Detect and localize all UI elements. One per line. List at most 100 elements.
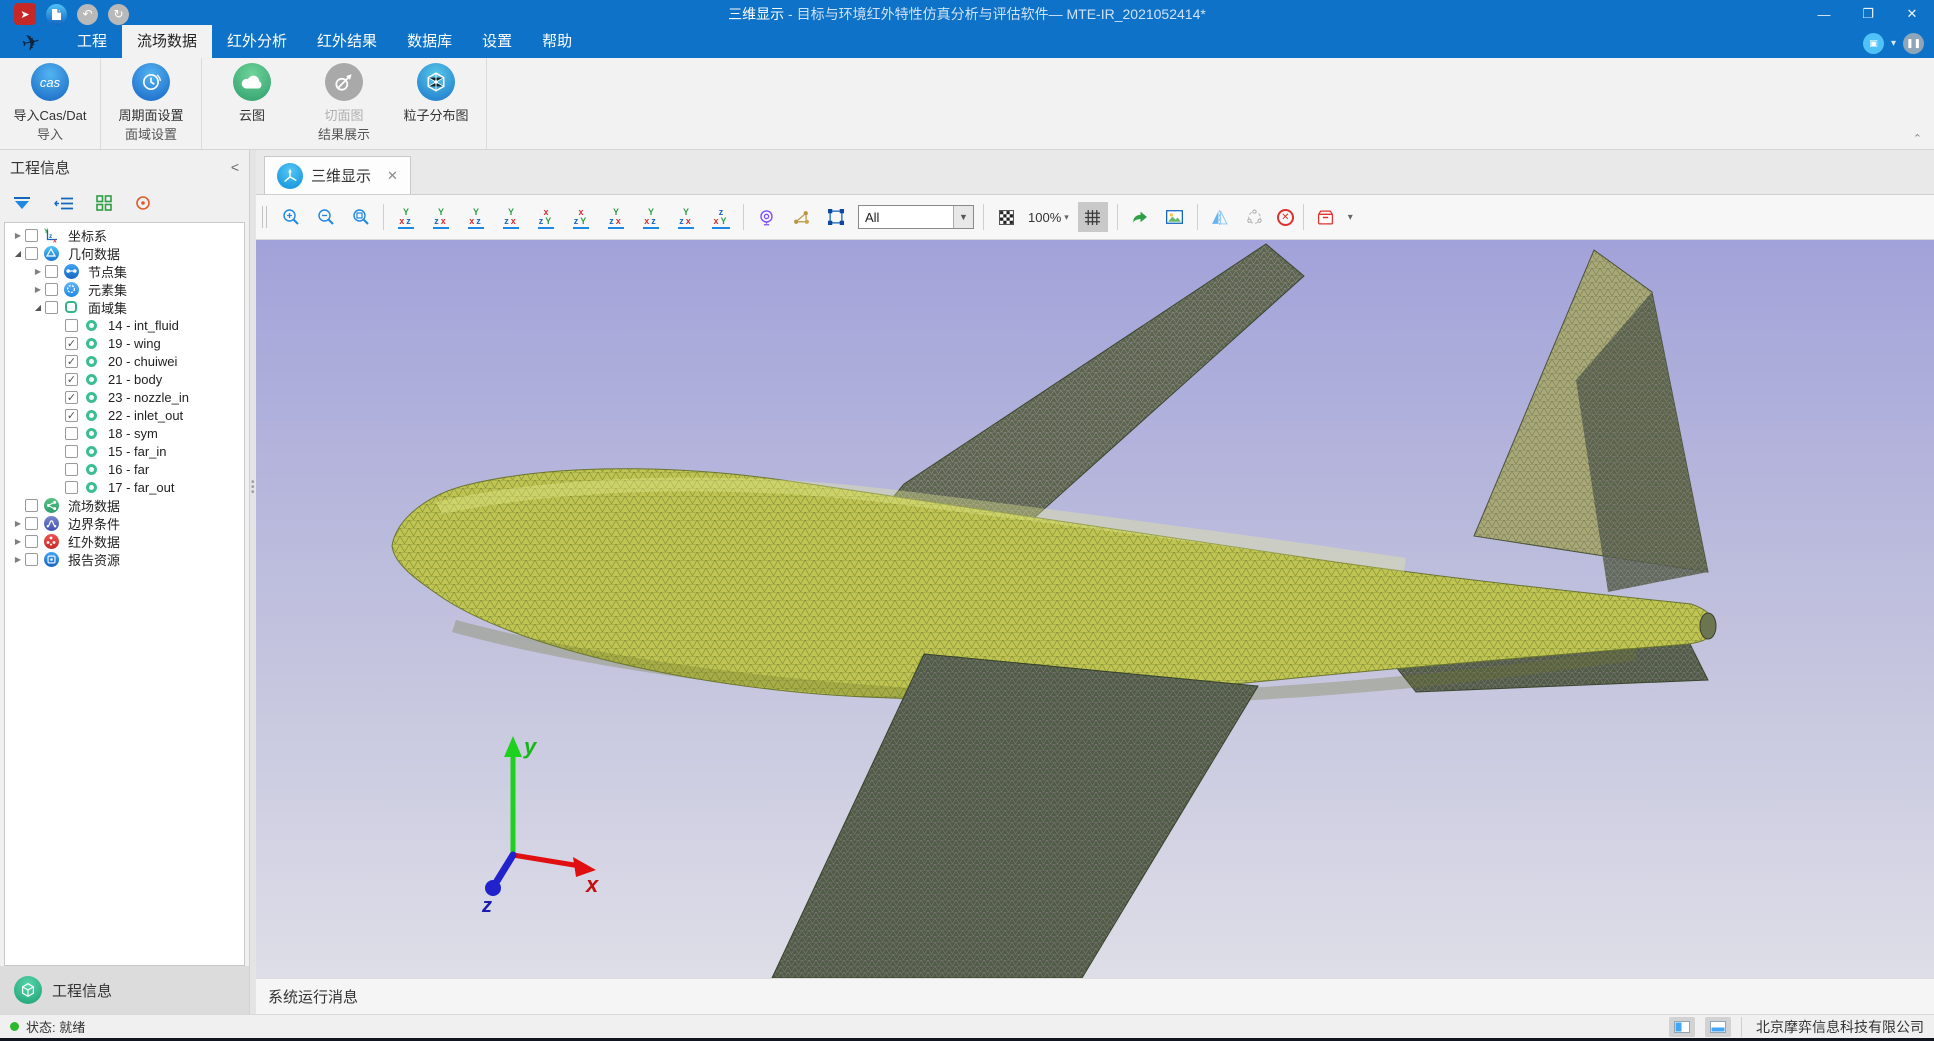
- tree-item-22-inlet_out[interactable]: ✓ 22 - inlet_out: [5, 406, 244, 424]
- tree-item-15-far_in[interactable]: 15 - far_in: [5, 442, 244, 460]
- zoom-in-button[interactable]: [278, 204, 304, 230]
- visibility-checkbox[interactable]: [25, 535, 38, 548]
- visibility-checkbox[interactable]: [45, 283, 58, 296]
- panel-collapse-icon[interactable]: <: [231, 159, 239, 175]
- display-filter-combo[interactable]: All ▼: [858, 205, 974, 229]
- archive-dropdown-icon[interactable]: ▾: [1348, 212, 1353, 223]
- redo-icon[interactable]: ↻: [108, 4, 129, 25]
- menu-tab-红外结果[interactable]: 红外结果: [302, 25, 392, 58]
- probe-lamp-icon[interactable]: [753, 204, 779, 230]
- visibility-checkbox[interactable]: [65, 445, 78, 458]
- view-iso-2-icon[interactable]: Yxz: [638, 206, 664, 229]
- tree-item-17-far_out[interactable]: 17 - far_out: [5, 478, 244, 496]
- ribbon-collapse-icon[interactable]: ⌃: [1913, 132, 1922, 145]
- filter-icon[interactable]: [12, 196, 32, 211]
- menu-tab-流场数据[interactable]: 流场数据: [122, 25, 212, 58]
- expand-arrow-icon[interactable]: ◢: [11, 249, 25, 258]
- zoom-out-button[interactable]: [313, 204, 339, 230]
- visibility-checkbox[interactable]: [25, 247, 38, 260]
- ribbon-button-周期面设置[interactable]: 周期面设置: [107, 59, 195, 124]
- combo-dropdown-icon[interactable]: ▼: [953, 206, 973, 228]
- zoom-fit-button[interactable]: [348, 204, 374, 230]
- rotate-circle-icon[interactable]: [1242, 204, 1268, 230]
- theme-icon[interactable]: ▣: [1863, 33, 1884, 54]
- visibility-checkbox[interactable]: [65, 463, 78, 476]
- tree-item-19-wing[interactable]: ✓ 19 - wing: [5, 334, 244, 352]
- tree-item-18-sym[interactable]: 18 - sym: [5, 424, 244, 442]
- expand-arrow-icon[interactable]: ▶: [11, 555, 25, 564]
- expand-arrow-icon[interactable]: ▶: [11, 231, 25, 240]
- tree-item-14-int_fluid[interactable]: 14 - int_fluid: [5, 316, 244, 334]
- visibility-checkbox[interactable]: [65, 481, 78, 494]
- expand-arrow-icon[interactable]: ▶: [31, 267, 45, 276]
- visibility-checkbox[interactable]: ✓: [65, 337, 78, 350]
- project-info-footer-button[interactable]: 工程信息: [0, 966, 249, 1014]
- tab-close-icon[interactable]: ✕: [387, 168, 398, 184]
- view-iso-1-icon[interactable]: Yzx: [603, 206, 629, 229]
- save-icon[interactable]: [46, 4, 67, 25]
- menu-tab-数据库[interactable]: 数据库: [392, 25, 467, 58]
- menu-tab-红外分析[interactable]: 红外分析: [212, 25, 302, 58]
- panel-layout-bottom-icon[interactable]: [1705, 1017, 1731, 1037]
- view-orientation-6-icon[interactable]: xzY: [568, 206, 594, 229]
- menu-tab-帮助[interactable]: 帮助: [527, 25, 587, 58]
- visibility-checkbox[interactable]: [25, 229, 38, 242]
- tree-item-21-body[interactable]: ✓ 21 - body: [5, 370, 244, 388]
- undo-icon[interactable]: ↶: [77, 4, 98, 25]
- tree-item-面域集[interactable]: ◢ 面域集: [5, 298, 244, 316]
- app-logo-icon[interactable]: ➤: [14, 3, 36, 25]
- view-orientation-5-icon[interactable]: xzY: [533, 206, 559, 229]
- visibility-checkbox[interactable]: ✓: [65, 355, 78, 368]
- ribbon-button-粒子分布图[interactable]: 粒子分布图: [392, 59, 480, 124]
- locate-target-icon[interactable]: [134, 194, 152, 212]
- archive-box-icon[interactable]: [1313, 204, 1339, 230]
- particle-trace-icon[interactable]: [788, 204, 814, 230]
- maximize-button[interactable]: ❐: [1846, 0, 1890, 28]
- ribbon-button-导入Cas/Dat[interactable]: cas导入Cas/Dat: [6, 59, 94, 124]
- visibility-checkbox[interactable]: [45, 301, 58, 314]
- view-orientation-4-icon[interactable]: Yzx: [498, 206, 524, 229]
- expand-arrow-icon[interactable]: ▶: [31, 285, 45, 294]
- view-iso-4-icon[interactable]: zxY: [708, 206, 734, 229]
- expand-arrow-icon[interactable]: ▶: [11, 519, 25, 528]
- screenshot-icon[interactable]: [1162, 204, 1188, 230]
- tree-item-报告资源[interactable]: ▶ 报告资源: [5, 550, 244, 568]
- tree-item-流场数据[interactable]: 流场数据: [5, 496, 244, 514]
- tree-item-23-nozzle_in[interactable]: ✓ 23 - nozzle_in: [5, 388, 244, 406]
- visibility-checkbox[interactable]: [65, 427, 78, 440]
- visibility-checkbox[interactable]: [25, 499, 38, 512]
- zoom-level-dropdown[interactable]: 100% ▾: [1028, 210, 1069, 225]
- grid-view-icon[interactable]: [96, 195, 112, 211]
- export-arrow-icon[interactable]: [1127, 204, 1153, 230]
- layout-style-icon[interactable]: ❚❚: [1903, 33, 1924, 54]
- toolbar-grip[interactable]: [262, 206, 267, 228]
- outline-list-icon[interactable]: [54, 196, 74, 211]
- view-orientation-3-icon[interactable]: Yxz: [463, 206, 489, 229]
- menu-tab-设置[interactable]: 设置: [467, 25, 527, 58]
- view-orientation-1-icon[interactable]: Yxz: [393, 206, 419, 229]
- selection-box-icon[interactable]: [823, 204, 849, 230]
- viewport-3d[interactable]: y x z: [256, 240, 1934, 978]
- tree-item-坐标系[interactable]: ▶ Yzx 坐标系: [5, 226, 244, 244]
- tree-item-边界条件[interactable]: ▶ 边界条件: [5, 514, 244, 532]
- tree-item-16-far[interactable]: 16 - far: [5, 460, 244, 478]
- minimize-button[interactable]: —: [1802, 0, 1846, 28]
- transparency-checker-icon[interactable]: [993, 204, 1019, 230]
- visibility-checkbox[interactable]: [45, 265, 58, 278]
- visibility-checkbox[interactable]: [25, 553, 38, 566]
- panel-layout-left-icon[interactable]: [1669, 1017, 1695, 1037]
- tree-item-几何数据[interactable]: ◢ 几何数据: [5, 244, 244, 262]
- menu-tab-工程[interactable]: 工程: [62, 25, 122, 58]
- theme-dropdown-icon[interactable]: ▾: [1891, 38, 1896, 49]
- mesh-grid-toggle-icon[interactable]: [1078, 202, 1108, 232]
- tree-item-节点集[interactable]: ▶ 节点集: [5, 262, 244, 280]
- ribbon-button-云图[interactable]: 云图: [208, 59, 296, 124]
- expand-arrow-icon[interactable]: ▶: [11, 537, 25, 546]
- tree-item-20-chuiwei[interactable]: ✓ 20 - chuiwei: [5, 352, 244, 370]
- close-button[interactable]: ✕: [1890, 0, 1934, 28]
- expand-arrow-icon[interactable]: ◢: [31, 303, 45, 312]
- visibility-checkbox[interactable]: ✓: [65, 391, 78, 404]
- view-orientation-2-icon[interactable]: Yzx: [428, 206, 454, 229]
- view-iso-3-icon[interactable]: Yzx: [673, 206, 699, 229]
- visibility-checkbox[interactable]: [65, 319, 78, 332]
